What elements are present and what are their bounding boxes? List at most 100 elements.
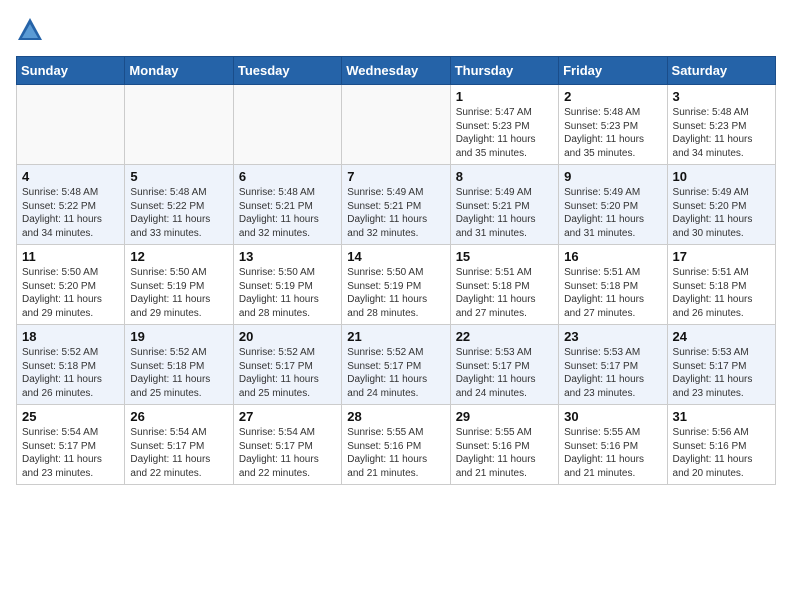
calendar-cell: 27 Sunrise: 5:54 AM Sunset: 5:17 PM Dayli… — [233, 405, 341, 485]
day-info: Sunrise: 5:55 AM Sunset: 5:16 PM Dayligh… — [456, 426, 553, 480]
day-info: Sunrise: 5:52 AM Sunset: 5:17 PM Dayligh… — [347, 346, 444, 400]
day-number: 3 — [673, 89, 770, 104]
day-number: 23 — [564, 329, 661, 344]
calendar-cell: 21 Sunrise: 5:52 AM Sunset: 5:17 PM Dayli… — [342, 325, 450, 405]
calendar-cell — [342, 85, 450, 165]
day-number: 10 — [673, 169, 770, 184]
calendar-cell: 18 Sunrise: 5:52 AM Sunset: 5:18 PM Dayli… — [17, 325, 125, 405]
weekday-header-thursday: Thursday — [450, 57, 558, 85]
calendar-cell: 11 Sunrise: 5:50 AM Sunset: 5:20 PM Dayli… — [17, 245, 125, 325]
day-number: 17 — [673, 249, 770, 264]
day-number: 31 — [673, 409, 770, 424]
calendar-week-3: 11 Sunrise: 5:50 AM Sunset: 5:20 PM Dayli… — [17, 245, 776, 325]
calendar-cell: 6Sunrise: 5:48 AM Sunset: 5:21 PM Daylig… — [233, 165, 341, 245]
day-number: 28 — [347, 409, 444, 424]
day-info: Sunrise: 5:54 AM Sunset: 5:17 PM Dayligh… — [22, 426, 119, 480]
calendar-cell: 22 Sunrise: 5:53 AM Sunset: 5:17 PM Dayli… — [450, 325, 558, 405]
day-info: Sunrise: 5:54 AM Sunset: 5:17 PM Dayligh… — [239, 426, 336, 480]
day-number: 21 — [347, 329, 444, 344]
day-number: 4 — [22, 169, 119, 184]
day-info: Sunrise: 5:50 AM Sunset: 5:19 PM Dayligh… — [130, 266, 227, 320]
day-number: 12 — [130, 249, 227, 264]
calendar-cell — [125, 85, 233, 165]
day-number: 13 — [239, 249, 336, 264]
day-number: 9 — [564, 169, 661, 184]
day-info: Sunrise: 5:52 AM Sunset: 5:18 PM Dayligh… — [22, 346, 119, 400]
calendar-cell: 30Sunrise: 5:55 AM Sunset: 5:16 PM Dayli… — [559, 405, 667, 485]
calendar-cell: 25 Sunrise: 5:54 AM Sunset: 5:17 PM Dayli… — [17, 405, 125, 485]
day-info: Sunrise: 5:49 AM Sunset: 5:20 PM Dayligh… — [673, 186, 770, 240]
day-number: 30 — [564, 409, 661, 424]
logo — [16, 16, 48, 44]
calendar-cell: 3 Sunrise: 5:48 AM Sunset: 5:23 PM Daylig… — [667, 85, 775, 165]
day-info: Sunrise: 5:49 AM Sunset: 5:21 PM Dayligh… — [456, 186, 553, 240]
calendar-cell: 8 Sunrise: 5:49 AM Sunset: 5:21 PM Daylig… — [450, 165, 558, 245]
weekday-header-monday: Monday — [125, 57, 233, 85]
day-info: Sunrise: 5:52 AM Sunset: 5:17 PM Dayligh… — [239, 346, 336, 400]
day-info: Sunrise: 5:56 AM Sunset: 5:16 PM Dayligh… — [673, 426, 770, 480]
calendar-header-row: SundayMondayTuesdayWednesdayThursdayFrid… — [17, 57, 776, 85]
calendar-cell: 15 Sunrise: 5:51 AM Sunset: 5:18 PM Dayli… — [450, 245, 558, 325]
day-number: 20 — [239, 329, 336, 344]
day-number: 25 — [22, 409, 119, 424]
day-number: 8 — [456, 169, 553, 184]
calendar-cell: 26Sunrise: 5:54 AM Sunset: 5:17 PM Dayli… — [125, 405, 233, 485]
calendar-cell: 2Sunrise: 5:48 AM Sunset: 5:23 PM Daylig… — [559, 85, 667, 165]
day-info: Sunrise: 5:50 AM Sunset: 5:20 PM Dayligh… — [22, 266, 119, 320]
day-info: Sunrise: 5:53 AM Sunset: 5:17 PM Dayligh… — [673, 346, 770, 400]
day-info: Sunrise: 5:49 AM Sunset: 5:21 PM Dayligh… — [347, 186, 444, 240]
day-number: 15 — [456, 249, 553, 264]
day-number: 14 — [347, 249, 444, 264]
weekday-header-tuesday: Tuesday — [233, 57, 341, 85]
calendar-cell: 28 Sunrise: 5:55 AM Sunset: 5:16 PM Dayli… — [342, 405, 450, 485]
calendar-cell — [233, 85, 341, 165]
calendar-cell: 7 Sunrise: 5:49 AM Sunset: 5:21 PM Daylig… — [342, 165, 450, 245]
calendar-cell: 13 Sunrise: 5:50 AM Sunset: 5:19 PM Dayli… — [233, 245, 341, 325]
day-number: 5 — [130, 169, 227, 184]
day-info: Sunrise: 5:53 AM Sunset: 5:17 PM Dayligh… — [456, 346, 553, 400]
day-number: 11 — [22, 249, 119, 264]
weekday-header-friday: Friday — [559, 57, 667, 85]
weekday-header-saturday: Saturday — [667, 57, 775, 85]
weekday-header-wednesday: Wednesday — [342, 57, 450, 85]
day-info: Sunrise: 5:48 AM Sunset: 5:21 PM Dayligh… — [239, 186, 336, 240]
calendar-cell: 24Sunrise: 5:53 AM Sunset: 5:17 PM Dayli… — [667, 325, 775, 405]
weekday-header-sunday: Sunday — [17, 57, 125, 85]
day-info: Sunrise: 5:55 AM Sunset: 5:16 PM Dayligh… — [347, 426, 444, 480]
calendar-week-4: 18 Sunrise: 5:52 AM Sunset: 5:18 PM Dayli… — [17, 325, 776, 405]
day-number: 16 — [564, 249, 661, 264]
day-info: Sunrise: 5:53 AM Sunset: 5:17 PM Dayligh… — [564, 346, 661, 400]
calendar-cell: 9 Sunrise: 5:49 AM Sunset: 5:20 PM Daylig… — [559, 165, 667, 245]
day-info: Sunrise: 5:48 AM Sunset: 5:23 PM Dayligh… — [564, 106, 661, 160]
day-info: Sunrise: 5:52 AM Sunset: 5:18 PM Dayligh… — [130, 346, 227, 400]
calendar-cell: 16 Sunrise: 5:51 AM Sunset: 5:18 PM Dayli… — [559, 245, 667, 325]
day-info: Sunrise: 5:51 AM Sunset: 5:18 PM Dayligh… — [564, 266, 661, 320]
day-number: 1 — [456, 89, 553, 104]
day-info: Sunrise: 5:48 AM Sunset: 5:22 PM Dayligh… — [130, 186, 227, 240]
day-number: 7 — [347, 169, 444, 184]
day-info: Sunrise: 5:48 AM Sunset: 5:23 PM Dayligh… — [673, 106, 770, 160]
calendar-cell: 23 Sunrise: 5:53 AM Sunset: 5:17 PM Dayli… — [559, 325, 667, 405]
day-info: Sunrise: 5:48 AM Sunset: 5:22 PM Dayligh… — [22, 186, 119, 240]
calendar-cell: 4 Sunrise: 5:48 AM Sunset: 5:22 PM Daylig… — [17, 165, 125, 245]
calendar-cell: 5 Sunrise: 5:48 AM Sunset: 5:22 PM Daylig… — [125, 165, 233, 245]
day-info: Sunrise: 5:51 AM Sunset: 5:18 PM Dayligh… — [456, 266, 553, 320]
calendar-cell: 20 Sunrise: 5:52 AM Sunset: 5:17 PM Dayli… — [233, 325, 341, 405]
day-number: 29 — [456, 409, 553, 424]
calendar-cell: 31 Sunrise: 5:56 AM Sunset: 5:16 PM Dayli… — [667, 405, 775, 485]
calendar-cell: 17 Sunrise: 5:51 AM Sunset: 5:18 PM Dayli… — [667, 245, 775, 325]
day-info: Sunrise: 5:51 AM Sunset: 5:18 PM Dayligh… — [673, 266, 770, 320]
logo-icon — [16, 16, 44, 44]
day-number: 27 — [239, 409, 336, 424]
calendar-cell: 1Sunrise: 5:47 AM Sunset: 5:23 PM Daylig… — [450, 85, 558, 165]
calendar-cell: 14Sunrise: 5:50 AM Sunset: 5:19 PM Dayli… — [342, 245, 450, 325]
calendar-cell: 10 Sunrise: 5:49 AM Sunset: 5:20 PM Dayli… — [667, 165, 775, 245]
day-number: 22 — [456, 329, 553, 344]
day-number: 18 — [22, 329, 119, 344]
day-info: Sunrise: 5:50 AM Sunset: 5:19 PM Dayligh… — [239, 266, 336, 320]
day-number: 19 — [130, 329, 227, 344]
calendar-week-1: 1Sunrise: 5:47 AM Sunset: 5:23 PM Daylig… — [17, 85, 776, 165]
calendar-week-5: 25 Sunrise: 5:54 AM Sunset: 5:17 PM Dayli… — [17, 405, 776, 485]
calendar-week-2: 4 Sunrise: 5:48 AM Sunset: 5:22 PM Daylig… — [17, 165, 776, 245]
day-info: Sunrise: 5:49 AM Sunset: 5:20 PM Dayligh… — [564, 186, 661, 240]
